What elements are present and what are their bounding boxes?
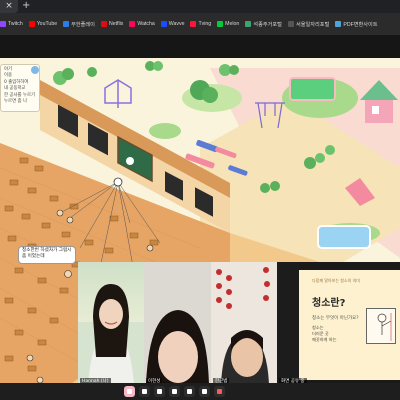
bookmark-item[interactable]: Watcha [129,21,155,27]
bookmark-favicon-icon [217,21,224,27]
chat-icon [172,389,177,394]
bookmark-item[interactable]: Twitch [0,21,23,27]
bookmark-favicon-icon [335,21,342,27]
bookmark-favicon-icon [0,21,6,27]
bookmark-label: Tving [198,21,212,27]
meeting-controls [0,383,400,400]
bookmark-label: Wavve [168,21,185,27]
leave-button[interactable] [214,386,225,397]
bookmark-label: PDF변환사이트 [343,21,378,28]
page-header-strip [0,35,400,58]
speech-bubble-text: 청소한번 하셨자가 그럼시 좀 이었는데 [22,248,72,259]
student-2-figure [211,262,277,385]
bookmark-label: Watcha [137,21,155,27]
chat-button[interactable] [169,386,180,397]
bookmark-item[interactable]: YouTube [28,21,58,27]
bookmark-item[interactable]: Wavve [160,21,185,27]
mic-button[interactable] [124,386,135,397]
student-1-figure [144,262,211,385]
leave-icon [217,389,222,394]
bookmark-item[interactable]: 석종주거포털 [245,21,282,28]
slide-heading-small: 다함께 알아보는 청소의 의미 [312,278,360,283]
slide-illustration [366,308,396,344]
browser-tab-strip: × + [0,0,400,13]
mic-icon [127,389,132,394]
notice-panel-button[interactable] [31,66,39,74]
bookmark-favicon-icon [63,21,70,27]
bookmarks-bar: Twitch YouTube 무한플레이 Netflix Watcha Wavve Tvin… [0,13,400,35]
video-tile-teacher[interactable]: Hannah (나) [78,262,144,385]
new-tab-button[interactable]: + [22,0,30,12]
bookmark-item[interactable]: PDF변환사이트 [335,21,378,28]
bookmark-favicon-icon [160,21,167,27]
bookmark-favicon-icon [287,21,294,27]
participants-icon [187,389,192,394]
bookmark-favicon-icon [28,21,35,27]
bookmark-item[interactable]: Melon [217,21,239,27]
slide-side-dark [277,262,299,385]
cleaning-person-illustration [377,313,392,341]
video-tile-student-2[interactable]: 한근범 [211,262,277,385]
bookmark-label: 서울일자리포털 [295,21,330,28]
bookmark-favicon-icon [245,21,252,27]
settings-button[interactable] [199,386,210,397]
settings-icon [202,389,207,394]
bookmark-favicon-icon [190,21,197,27]
teacher-figure [88,284,134,385]
video-tile-student-1[interactable]: 이현성 [144,262,211,385]
bookmark-favicon-icon [100,21,107,27]
slide-title: 청소란? [312,298,346,309]
camera-icon [142,389,147,394]
bookmark-item[interactable]: Tving [190,21,211,27]
bookmark-label: Netflix [108,21,124,27]
bookmark-label: Melon [225,21,240,27]
bookmark-item[interactable]: Netflix [100,21,124,27]
bookmark-favicon-icon [129,21,136,27]
slide-page: 다함께 알아보는 청소의 의미 청소란? 청소는 무엇이 아닌가요? 청소는 더러… [299,270,400,380]
close-icon[interactable]: × [5,1,13,11]
camera-button[interactable] [139,386,150,397]
screen-share-icon [157,389,162,394]
screen-share-button[interactable] [154,386,165,397]
shared-slide[interactable]: 다함께 알아보는 청소의 의미 청소란? 청소는 무엇이 아닌가요? 청소는 더러… [277,262,400,385]
bookmark-label: 석종주거포털 [253,21,282,28]
bookmark-label: YouTube [36,21,58,27]
participants-button[interactable] [184,386,195,397]
bookmark-label: Twitch [8,21,23,27]
speech-bubble: 청소한번 하셨자가 그럼시 좀 이었는데 [18,246,76,264]
bookmark-item[interactable]: 무한플레이 [63,21,95,28]
notice-line: 누르면 좀 나 [4,99,27,105]
bookmark-label: 무한플레이 [71,21,95,28]
active-tab[interactable]: × [0,0,18,13]
bookmark-item[interactable]: 서울일자리포털 [287,21,330,28]
virtual-classroom-canvas[interactable]: 야기 이용 0 출입하하여 내 공동학교 한 공사를 누르기 누르면 좀 나 청소한번 하… [0,58,400,385]
